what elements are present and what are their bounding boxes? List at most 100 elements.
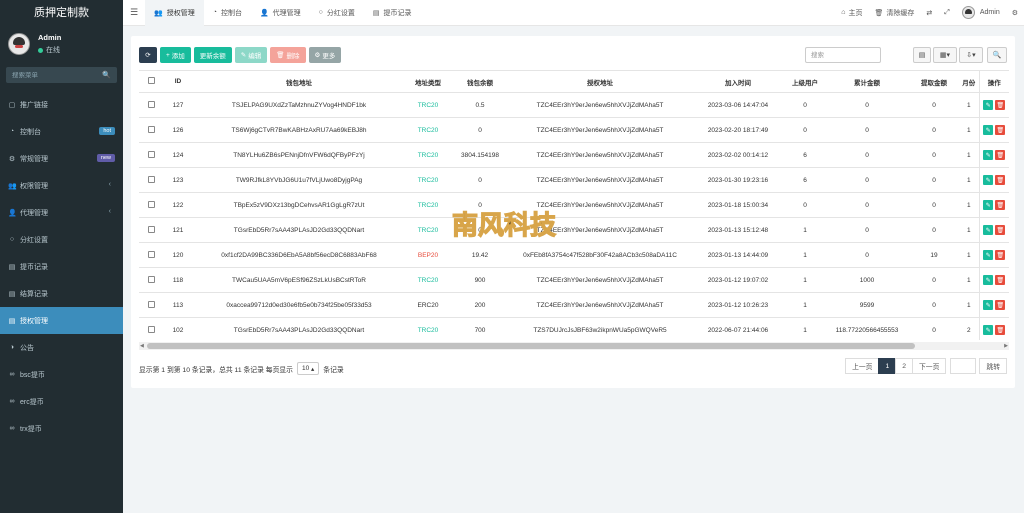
toggle-view-icon[interactable]: ▤ (913, 47, 931, 63)
sidebar-item-authorization[interactable]: ▤ 授权管理 (0, 307, 123, 334)
column-header[interactable]: 地址类型 (405, 70, 451, 93)
next-page-button[interactable]: 下一页 (912, 358, 947, 374)
row-checkbox[interactable] (147, 200, 155, 208)
fullscreen-icon[interactable]: ⤢ (938, 9, 956, 17)
table-row[interactable]: 123 TW9RJfkL8YVbJG6U1u7fVLjUwo8DyjgPAg TRC… (139, 167, 1009, 193)
column-header[interactable]: 上级用户 (785, 70, 825, 93)
edit-row-icon[interactable]: ✎ (983, 300, 994, 310)
row-checkbox[interactable] (147, 275, 155, 283)
row-checkbox[interactable] (147, 125, 155, 133)
horizontal-scrollbar[interactable]: ◀ ▶ (139, 342, 1009, 350)
scroll-right-icon[interactable]: ▶ (1004, 342, 1008, 350)
sidebar-item-dividend[interactable]: ○ 分红设置 (0, 226, 123, 253)
table-row[interactable]: 118 TWCau5UAA5mV6pESf96ZSzLkUsBCstRToR TRC… (139, 267, 1009, 293)
user-menu[interactable]: Admin (956, 6, 1006, 19)
edit-row-icon[interactable]: ✎ (983, 150, 994, 160)
delete-row-icon[interactable]: 🗑 (995, 300, 1006, 310)
column-header[interactable]: ID (163, 70, 193, 93)
delete-row-icon[interactable]: 🗑 (995, 275, 1006, 285)
clear-cache-button[interactable]: 🗑 清除缓存 (869, 8, 921, 18)
translate-icon[interactable]: ⇄ (920, 9, 938, 17)
scrollbar-thumb[interactable] (147, 343, 915, 349)
table-row[interactable]: 121 TGsrEbD5Rr7sAA43PLAsJD2Gd33QQDNart TRC… (139, 217, 1009, 243)
row-checkbox[interactable] (147, 300, 155, 308)
delete-row-icon[interactable]: 🗑 (995, 150, 1006, 160)
tab-withdraw-records[interactable]: ▤ 提币记录 (364, 0, 421, 26)
more-button[interactable]: ⚙ 更多 (308, 47, 342, 63)
select-all-checkbox[interactable] (147, 77, 155, 84)
row-checkbox[interactable] (147, 325, 155, 333)
sidebar-item-promo-link[interactable]: ▢ 推广链接 (0, 91, 123, 118)
delete-row-icon[interactable]: 🗑 (995, 325, 1006, 335)
page-1-button[interactable]: 1 (878, 358, 897, 374)
brand-title[interactable]: 质押定制款 (0, 0, 123, 26)
column-header[interactable]: 累计金额 (825, 70, 909, 93)
row-checkbox[interactable] (147, 150, 155, 158)
edit-row-icon[interactable]: ✎ (983, 250, 994, 260)
refresh-button[interactable]: ⟳ (139, 47, 157, 63)
row-checkbox[interactable] (147, 225, 155, 233)
delete-row-icon[interactable]: 🗑 (995, 225, 1006, 235)
edit-row-icon[interactable]: ✎ (983, 125, 994, 135)
row-checkbox[interactable] (147, 175, 155, 183)
table-row[interactable]: 124 TN8YLHu6ZB6sPENnjDfnVFW6dQFByPFzYj TRC… (139, 142, 1009, 168)
column-header[interactable]: 月份 (959, 70, 979, 93)
table-row[interactable]: 120 0xf1cf2DA99BC336D6EbA5A8bf56ecD8C6883… (139, 242, 1009, 268)
search-icon[interactable]: 🔍 (102, 71, 111, 79)
update-balance-button[interactable]: 更新余额 (193, 47, 232, 63)
add-button[interactable]: + 添加 (160, 47, 191, 63)
edit-row-icon[interactable]: ✎ (983, 100, 994, 110)
edit-row-icon[interactable]: ✎ (983, 200, 994, 210)
tab-agents[interactable]: 👤 代理管理 (251, 0, 310, 26)
table-row[interactable]: 126 TS6Wj6gCTvR7BwKABHzAxRU7Aa69kEBJ8h TRC… (139, 117, 1009, 143)
export-dropdown-icon[interactable]: ⇩▾ (959, 47, 983, 63)
table-search-input[interactable] (805, 47, 881, 63)
sidebar-item-bsc-withdraw[interactable]: ∞ bsc提币 (0, 361, 123, 388)
table-row[interactable]: 102 TGsrEbD5Rr7sAA43PLAsJD2Gd33QQDNart TRC… (139, 317, 1009, 340)
sidebar-item-trx-withdraw[interactable]: ∞ trx提币 (0, 415, 123, 442)
delete-row-icon[interactable]: 🗑 (995, 175, 1006, 185)
edit-row-icon[interactable]: ✎ (983, 325, 994, 335)
tab-dashboard[interactable]: ◔ 控制台 (204, 0, 251, 26)
tab-dividend[interactable]: ○ 分红设置 (310, 0, 364, 26)
sidebar-item-withdraw-records[interactable]: ▤ 提币记录 (0, 253, 123, 280)
sidebar-item-agents[interactable]: 👤 代理管理 ‹ (0, 199, 123, 226)
home-link[interactable]: ⌂ 主页 (835, 8, 868, 18)
sidebar-item-permissions[interactable]: 👥 权限管理 ‹ (0, 172, 123, 199)
sidebar-item-dashboard[interactable]: ◔ 控制台 hot (0, 118, 123, 145)
delete-row-icon[interactable]: 🗑 (995, 125, 1006, 135)
delete-button[interactable]: 🗑 删除 (270, 47, 306, 63)
scroll-left-icon[interactable]: ◀ (140, 342, 144, 350)
edit-button[interactable]: ✎ 编辑 (234, 47, 268, 63)
edit-row-icon[interactable]: ✎ (983, 175, 994, 185)
page-jump-button[interactable]: 跳转 (979, 358, 1007, 374)
column-header[interactable]: 钱包地址 (193, 70, 405, 93)
table-row[interactable]: 113 0xaccea99712d0ed30e6fb5e0b734f25be05f… (139, 292, 1009, 318)
page-size-select[interactable]: 10 ▴ (296, 362, 320, 375)
delete-row-icon[interactable]: 🗑 (995, 200, 1006, 210)
prev-page-button[interactable]: 上一页 (845, 358, 880, 374)
edit-row-icon[interactable]: ✎ (983, 225, 994, 235)
table-row[interactable]: 122 TBpEx5zV9DXz13bgDCehvsAR1GgLgR7zUt TRC… (139, 192, 1009, 218)
column-header[interactable]: 钱包余额 (451, 70, 509, 93)
delete-row-icon[interactable]: 🗑 (995, 250, 1006, 260)
search-icon[interactable]: 🔍 (987, 47, 1007, 63)
delete-row-icon[interactable]: 🗑 (995, 100, 1006, 110)
gears-icon[interactable]: ⚙ (1006, 9, 1024, 17)
column-header[interactable]: 授权地址 (509, 70, 691, 93)
column-header[interactable]: 加入时间 (691, 70, 785, 93)
column-header[interactable]: 提取金额 (909, 70, 959, 93)
sidebar-item-erc-withdraw[interactable]: ∞ erc提币 (0, 388, 123, 415)
row-checkbox[interactable] (147, 250, 155, 258)
sidebar-item-announcement[interactable]: ◑ 公告 (0, 334, 123, 361)
tab-authorization[interactable]: 👥 授权管理 (145, 0, 204, 26)
page-2-button[interactable]: 2 (895, 358, 914, 374)
table-row[interactable]: 127 TSJELPAG9UXdZzTaMzhnuZYVog4HNDF1bk TRC… (139, 92, 1009, 118)
sidebar-item-general[interactable]: ⚙ 常规管理 new (0, 145, 123, 172)
sidebar-item-settlement[interactable]: ▤ 结算记录 (0, 280, 123, 307)
row-checkbox[interactable] (147, 100, 155, 108)
sidebar-search-input[interactable] (12, 71, 92, 79)
columns-dropdown-icon[interactable]: ▦▾ (933, 47, 957, 63)
page-jump-input[interactable] (950, 358, 977, 374)
hamburger-menu-icon[interactable]: ☰ (123, 7, 145, 18)
